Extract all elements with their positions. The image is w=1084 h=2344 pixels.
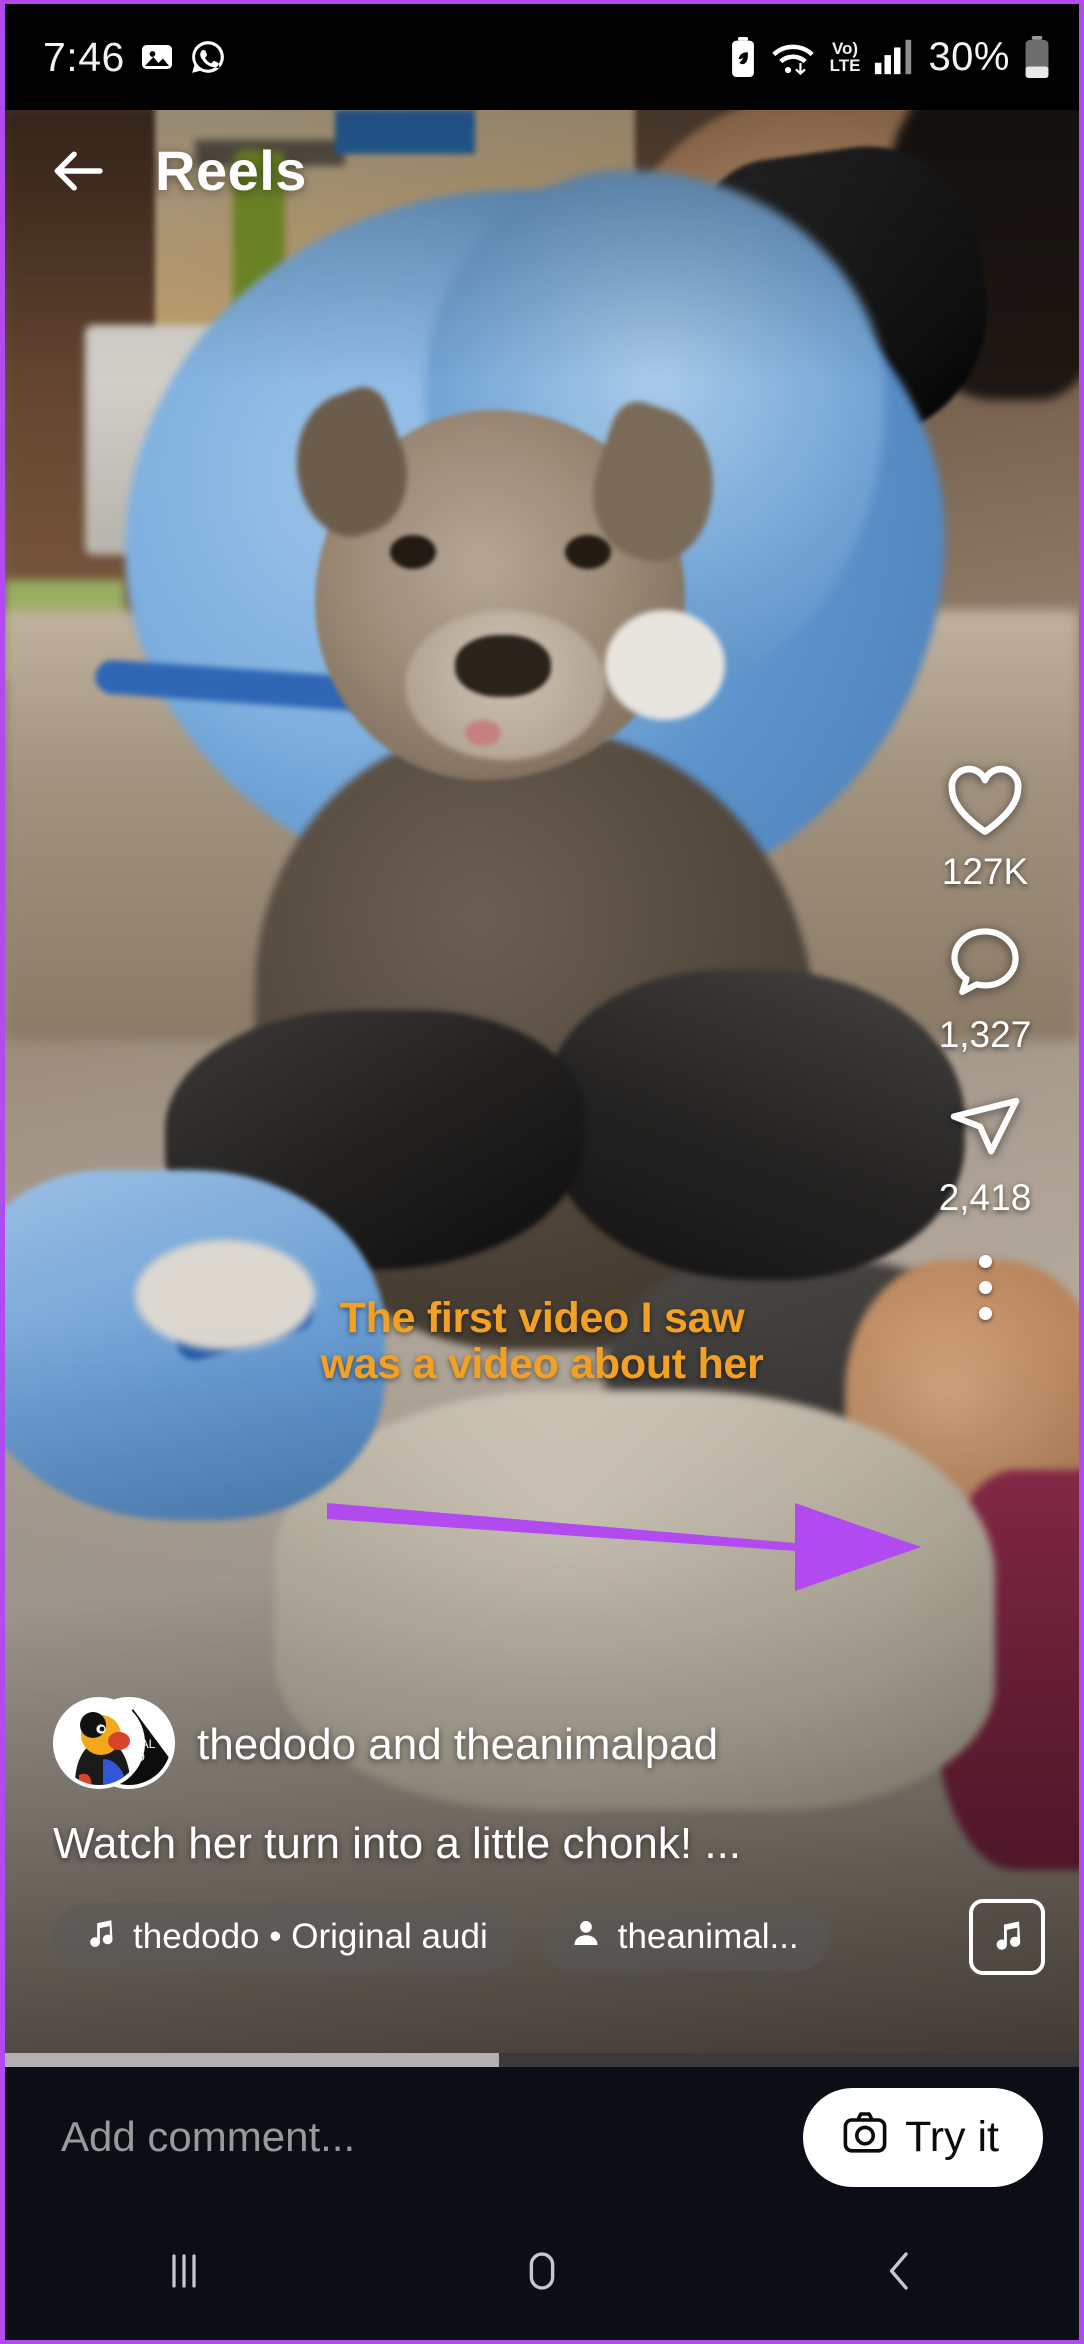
subtitle-line-1: The first video I saw (339, 1294, 745, 1342)
signal-icon (873, 37, 915, 77)
comment-count: 1,327 (938, 1014, 1032, 1055)
reel-meta: the ANIMAL PAD (5, 1697, 1079, 1975)
comment-icon (945, 923, 1025, 1006)
photo-icon (139, 39, 175, 75)
video-subtitle-overlay: The first video I saw was a video about … (5, 1295, 1079, 1387)
share-count: 2,418 (938, 1177, 1032, 1218)
music-note-icon (83, 1916, 117, 1959)
try-it-label: Try it (905, 2112, 999, 2161)
home-button[interactable] (457, 2229, 627, 2319)
recent-apps-button[interactable] (99, 2229, 269, 2319)
share-icon (944, 1086, 1026, 1169)
music-note-icon (989, 1917, 1025, 1958)
wifi-icon (769, 37, 817, 77)
audio-cover-button[interactable] (969, 1899, 1045, 1975)
tag-chip[interactable]: theanimal... (539, 1903, 829, 1971)
recents-icon (154, 2241, 214, 2306)
chip-row: thedodo • Original audi theanimal... (53, 1899, 1045, 1975)
audio-chip[interactable]: thedodo • Original audi (53, 1902, 518, 1972)
subtitle-line-2: was a video about her (320, 1340, 764, 1388)
page-title: Reels (155, 139, 307, 202)
try-it-button[interactable]: Try it (803, 2087, 1043, 2187)
home-icon (513, 2242, 571, 2305)
status-time: 7:46 (43, 33, 125, 80)
heart-icon (943, 760, 1027, 843)
video-progress-fill (5, 2053, 500, 2067)
avatar-primary (53, 1697, 145, 1789)
status-bar: 7:46 Vo) LTE 30% (5, 4, 1079, 110)
back-arrow-icon[interactable] (47, 140, 109, 202)
more-options-icon (978, 1255, 992, 1268)
video-progress-bar[interactable] (5, 2053, 1079, 2067)
caption-text[interactable]: Watch her turn into a little chonk! ... (53, 1819, 1045, 1869)
username-label[interactable]: thedodo and theanimalpad (197, 1720, 718, 1770)
battery-saver-icon (730, 37, 756, 77)
reel-video[interactable]: Reels The first video I saw was a video … (5, 110, 1079, 2067)
camera-icon (841, 2110, 889, 2165)
back-button[interactable] (815, 2229, 985, 2319)
phone-screen: 7:46 Vo) LTE 30% Reels The first video I… (0, 0, 1084, 2344)
status-bar-right: Vo) LTE 30% (730, 35, 1051, 80)
avatar-group[interactable]: the ANIMAL PAD (53, 1697, 175, 1793)
video-header: Reels (5, 110, 1079, 203)
comment-button[interactable]: 1,327 (938, 923, 1032, 1056)
like-count: 127K (941, 851, 1029, 892)
back-chevron-icon (871, 2242, 929, 2305)
comment-bar: Try it (5, 2067, 1079, 2207)
share-button[interactable]: 2,418 (938, 1086, 1032, 1219)
volte-bottom-text: LTE (829, 56, 861, 75)
like-button[interactable]: 127K (942, 760, 1028, 893)
comment-input[interactable] (61, 2113, 804, 2161)
android-nav-bar (5, 2207, 1079, 2340)
battery-icon (1023, 36, 1051, 78)
person-icon (570, 1917, 602, 1958)
more-options-button[interactable] (978, 1255, 992, 1320)
status-bar-left: 7:46 (43, 34, 227, 81)
battery-percent-label: 30% (928, 34, 1010, 79)
volte-icon: Vo) LTE (830, 40, 861, 74)
user-row[interactable]: the ANIMAL PAD (53, 1697, 1045, 1793)
whatsapp-icon (189, 38, 227, 76)
action-rail: 127K 1,327 2,418 (925, 760, 1045, 1320)
tag-chip-label: theanimal... (617, 1917, 799, 1956)
audio-chip-label: thedodo • Original audi (133, 1917, 488, 1956)
